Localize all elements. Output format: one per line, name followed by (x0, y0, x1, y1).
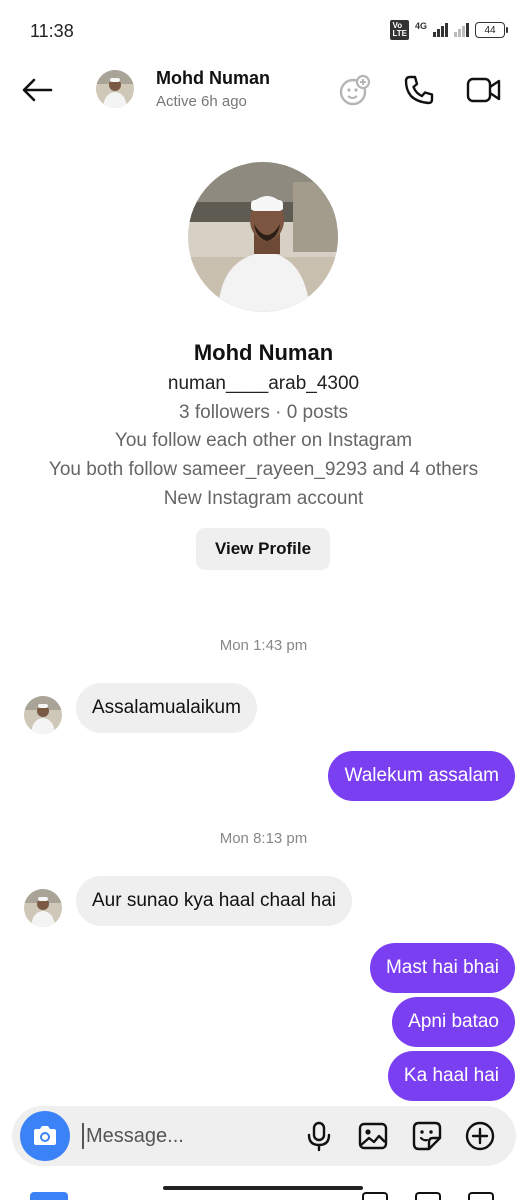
outgoing-message[interactable]: Apni batao (392, 997, 515, 1047)
call-button[interactable] (401, 72, 437, 108)
incoming-message[interactable]: Assalamualaikum (76, 683, 257, 733)
message-composer (12, 1106, 516, 1166)
nav-peek-icon (415, 1192, 441, 1200)
phone-icon (404, 75, 434, 105)
header-name[interactable]: Mohd Numan (156, 68, 270, 89)
mutual-followers: You both follow sameer_rayeen_9293 and 4… (48, 459, 479, 480)
view-profile-button[interactable]: View Profile (196, 528, 330, 570)
sticker-button[interactable] (411, 1120, 443, 1152)
sender-avatar[interactable] (24, 889, 62, 927)
chat-header: Mohd Numan Active 6h ago (0, 62, 527, 120)
sender-avatar[interactable] (24, 696, 62, 734)
plus-icon (465, 1121, 495, 1151)
outgoing-message[interactable]: Mast hai bhai (369, 943, 515, 993)
profile-name: Mohd Numan (193, 340, 334, 365)
camera-button[interactable] (20, 1111, 70, 1161)
status-time: 11:38 (30, 21, 74, 41)
gallery-icon (358, 1122, 388, 1150)
home-indicator[interactable] (163, 1186, 363, 1190)
profile-avatar[interactable] (188, 162, 338, 312)
profile-username: numan____arab_4300 (167, 373, 360, 394)
text-cursor (82, 1123, 84, 1149)
signal-icon-secondary (454, 23, 469, 37)
effects-icon (339, 74, 371, 106)
status-bar: 11:38 Vo LTE 4G 44 (0, 0, 527, 62)
message-input[interactable] (86, 1116, 286, 1156)
avatar-image (24, 889, 62, 927)
microphone-icon (307, 1121, 331, 1152)
battery-icon: 44 (475, 22, 508, 38)
nav-peek-icon (468, 1192, 494, 1200)
nav-peek-icon (362, 1192, 388, 1200)
outgoing-message[interactable]: Ka haal hai (387, 1051, 515, 1101)
volte-badge: Vo LTE (390, 20, 409, 40)
timestamp: Mon 1:43 pm (219, 637, 308, 654)
header-avatar[interactable] (96, 70, 134, 108)
timestamp: Mon 8:13 pm (219, 830, 308, 847)
back-button[interactable] (20, 72, 56, 108)
incoming-message[interactable]: Aur sunao kya haal chaal hai (76, 876, 352, 926)
network-type: 4G (414, 21, 427, 31)
status-icons: Vo LTE 4G 44 (390, 20, 508, 40)
back-arrow-icon (22, 78, 53, 102)
signal-icon (433, 23, 448, 37)
dm-screen: 11:38 Vo LTE 4G 44 Mohd Numan Active 6h … (0, 0, 527, 1200)
camera-icon (34, 1126, 56, 1145)
header-status: Active 6h ago (156, 93, 247, 110)
profile-photo (188, 162, 338, 312)
more-button[interactable] (464, 1120, 496, 1152)
avatar-image (96, 70, 134, 108)
avatar-image (24, 696, 62, 734)
gallery-button[interactable] (357, 1120, 389, 1152)
nav-peek-icon (30, 1192, 68, 1200)
follow-info: You follow each other on Instagram (114, 430, 413, 451)
profile-stats: 3 followers · 0 posts (179, 402, 348, 423)
outgoing-message[interactable]: Walekum assalam (328, 751, 515, 801)
sticker-icon (412, 1121, 442, 1151)
account-note: New Instagram account (163, 488, 364, 509)
video-icon (466, 77, 501, 103)
video-call-button[interactable] (466, 72, 502, 108)
voice-button[interactable] (303, 1120, 335, 1152)
effects-button[interactable] (337, 72, 373, 108)
